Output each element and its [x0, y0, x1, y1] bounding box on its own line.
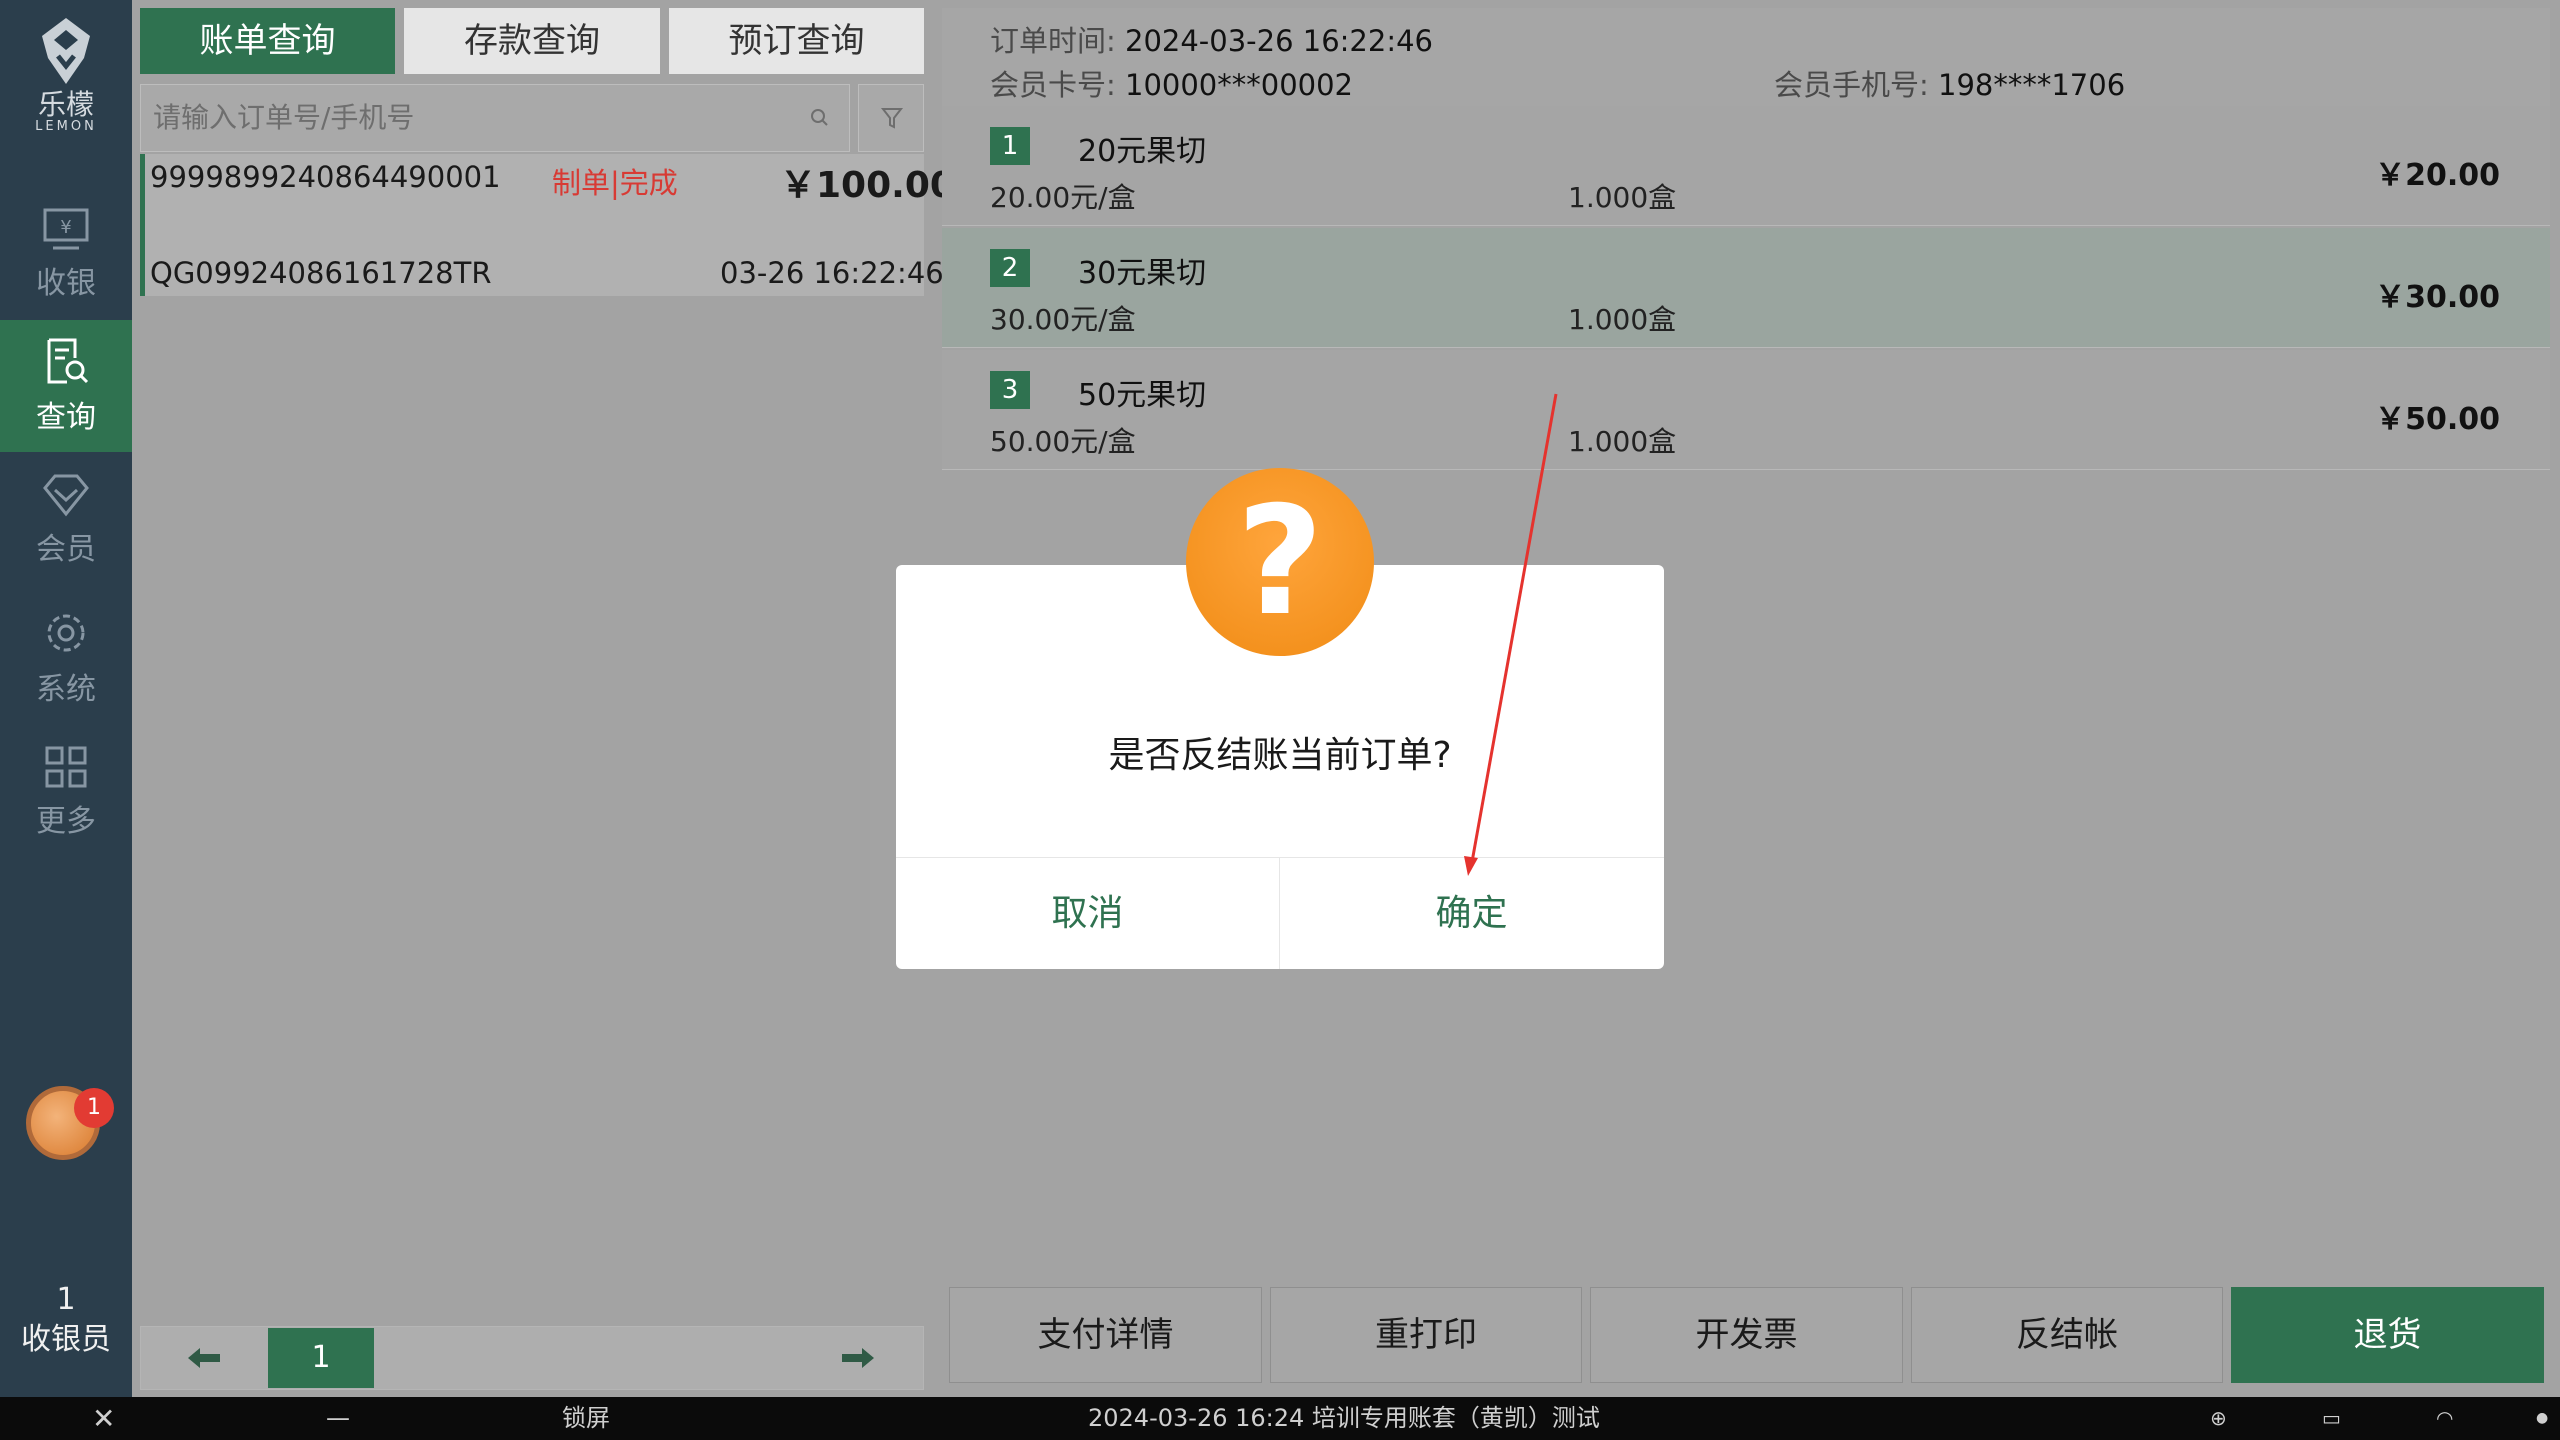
order-time-row: 订单时间: 2024-03-26 16:22:46 [990, 18, 1433, 60]
return-goods-button[interactable]: 退货 [2231, 1287, 2544, 1383]
logo-text: 乐檬 [37, 88, 94, 121]
item-price: ￥20.00 [2375, 158, 2500, 193]
member-phone-label: 会员手机号: [1774, 68, 1929, 102]
member-card-label: 会员卡号: [990, 68, 1116, 102]
query-icon [47, 338, 89, 384]
order-code: QG09924086161728TR [150, 256, 492, 290]
globe-icon[interactable]: ⊕ [2210, 1397, 2227, 1440]
current-page[interactable]: 1 [268, 1328, 374, 1388]
reprint-button[interactable]: 重打印 [1270, 1287, 1582, 1383]
status-dot-icon: ● [2536, 1410, 2549, 1426]
item-price: ￥50.00 [2375, 402, 2500, 437]
item-quantity: 1.000盒 [1568, 303, 1677, 336]
cashier-label: 收银员 [21, 1322, 111, 1357]
nav-label-query: 查询 [36, 400, 96, 435]
order-amount: ￥100.00 [780, 165, 955, 206]
member-card-row: 会员卡号: 10000***00002 [990, 62, 1353, 104]
sidebar: 乐檬 LEMON ¥ 收银 查询 会员 系统 更多 1 1 收银员 [0, 0, 132, 1397]
logo-subtext: LEMON [35, 119, 97, 134]
invoice-button[interactable]: 开发票 [1590, 1287, 1903, 1383]
next-page-button[interactable] [796, 1328, 920, 1388]
monitor-icon[interactable]: ▭ [2322, 1397, 2341, 1440]
tab-deposit-query[interactable]: 存款查询 [404, 8, 660, 74]
tab-bill-query[interactable]: 账单查询 [140, 8, 395, 74]
member-icon [43, 474, 89, 517]
app-logo: 乐檬 LEMON [0, 16, 132, 146]
order-status: 制单|完成 [552, 166, 678, 200]
nav-item-member[interactable]: 会员 [0, 456, 132, 588]
order-time: 03-26 16:22:46 [720, 256, 944, 290]
nav-label-member: 会员 [36, 532, 96, 567]
close-icon[interactable]: ✕ [92, 1397, 115, 1440]
item-price: ￥30.00 [2375, 280, 2500, 315]
nav-label-settings: 系统 [36, 672, 96, 707]
wifi-icon[interactable]: ◠ [2436, 1397, 2453, 1440]
nav-label-more: 更多 [36, 804, 96, 839]
lock-screen-button[interactable]: 锁屏 [562, 1397, 610, 1440]
item-index: 1 [990, 127, 1030, 165]
status-text: 2024-03-26 16:24 培训专用账套（黄凯）测试 [1088, 1404, 1600, 1432]
item-unit-price: 30.00元/盒 [990, 303, 1136, 336]
filter-button[interactable] [858, 84, 924, 152]
svg-text:¥: ¥ [60, 217, 71, 238]
dialog-message: 是否反结账当前订单? [1108, 735, 1452, 776]
minimize-icon[interactable]: — [326, 1397, 350, 1440]
nav-label-cashier: 收银 [36, 266, 96, 301]
member-card-value: 10000***00002 [1125, 68, 1354, 102]
taskbar: ✕ — 锁屏 2024-03-26 16:24 培训专用账套（黄凯）测试 ⊕ ▭… [0, 1397, 2560, 1440]
member-phone-value: 198****1706 [1938, 68, 2126, 102]
item-quantity: 1.000盒 [1568, 425, 1677, 458]
cashier-info: 1 收银员 [0, 1280, 132, 1360]
arrow-right-icon [842, 1348, 874, 1368]
search-icon[interactable] [810, 108, 830, 128]
item-index: 2 [990, 249, 1030, 287]
cancel-button[interactable]: 取消 [896, 858, 1279, 969]
order-number: 9999899240864490001 [150, 160, 501, 194]
arrow-left-icon [188, 1348, 220, 1368]
notification-badge: 1 [74, 1088, 114, 1128]
item-name: 50元果切 [1078, 378, 1207, 413]
payment-details-button[interactable]: 支付详情 [949, 1287, 1262, 1383]
nav-item-settings[interactable]: 系统 [0, 592, 132, 724]
item-index: 3 [990, 371, 1030, 409]
order-time-label: 订单时间: [990, 24, 1116, 58]
confirm-button[interactable]: 确定 [1280, 858, 1663, 969]
nav-item-query[interactable]: 查询 [0, 320, 132, 452]
tab-reservation-query[interactable]: 预订查询 [669, 8, 924, 74]
nav-item-more[interactable]: 更多 [0, 728, 132, 860]
item-name: 20元果切 [1078, 134, 1207, 169]
item-quantity: 1.000盒 [1568, 181, 1677, 214]
item-unit-price: 20.00元/盒 [990, 181, 1136, 214]
settings-icon [47, 614, 85, 652]
cashier-id: 1 [56, 1282, 76, 1317]
question-icon: ? [1186, 468, 1374, 656]
reverse-checkout-button[interactable]: 反结帐 [1911, 1287, 2223, 1383]
nav-item-cashier[interactable]: ¥ 收银 [0, 190, 132, 322]
search-input[interactable]: 请输入订单号/手机号 [140, 84, 850, 152]
more-icon [45, 746, 87, 788]
item-unit-price: 50.00元/盒 [990, 425, 1136, 458]
order-time-value: 2024-03-26 16:22:46 [1125, 24, 1433, 58]
item-name: 30元果切 [1078, 256, 1207, 291]
lemon-logo-icon [42, 18, 90, 84]
member-phone-row: 会员手机号: 198****1706 [1774, 62, 2125, 104]
prev-page-button[interactable] [142, 1328, 266, 1388]
filter-icon [880, 108, 904, 129]
cashier-icon: ¥ [43, 208, 89, 250]
